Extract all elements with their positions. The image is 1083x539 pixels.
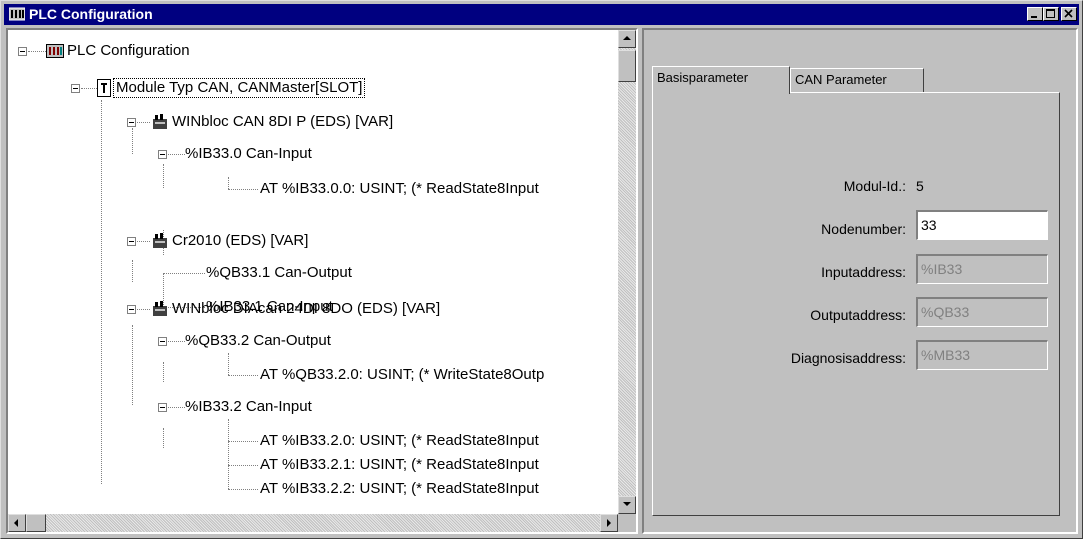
tree-item-ib33-2-can-input[interactable]: %IB33.2 Can-Input xyxy=(185,395,312,419)
plc-config-icon xyxy=(9,7,25,21)
tab-can-parameter[interactable]: CAN Parameter xyxy=(790,68,924,92)
tree-item-ib33-0-can-input[interactable]: %IB33.0 Can-Input xyxy=(185,142,312,166)
scroll-thumb[interactable] xyxy=(26,514,46,532)
tab-basisparameter[interactable]: Basisparameter xyxy=(652,66,790,94)
tree-item-can-master-module[interactable]: Module Typ CAN, CANMaster[SLOT] xyxy=(97,76,366,100)
outputaddress-field: %QB33 xyxy=(916,297,1048,327)
scrollbar-corner xyxy=(618,514,636,532)
nodenumber-input[interactable]: 33 xyxy=(916,210,1048,240)
can-device-icon xyxy=(153,301,167,317)
can-device-icon xyxy=(153,233,167,249)
tree-item-qb33-1-can-output[interactable]: %QB33.1 Can-Output xyxy=(206,261,352,285)
scroll-up-button[interactable] xyxy=(618,30,636,48)
tree-item-label: AT %IB33.2.1: USINT; (* ReadState8Input xyxy=(260,456,539,474)
scroll-left-button[interactable] xyxy=(8,514,26,532)
inputaddress-label: Inputaddress: xyxy=(821,264,906,280)
minimize-icon xyxy=(1031,16,1037,18)
collapse-toggle[interactable] xyxy=(158,150,167,159)
maximize-button[interactable] xyxy=(1043,7,1059,21)
tree-item-winbloc-can-8di[interactable]: WINbloc CAN 8DI P (EDS) [VAR] xyxy=(151,110,393,134)
plc-configuration-window: PLC Configuration PLC Configuration Modu… xyxy=(0,0,1083,539)
tree-item-ib33-2-2-variable[interactable]: AT %IB33.2.2: USINT; (* ReadState8Input xyxy=(260,477,539,501)
arrow-up-icon xyxy=(623,36,631,40)
window-title: PLC Configuration xyxy=(29,6,153,22)
title-bar[interactable]: PLC Configuration xyxy=(4,4,1079,25)
tree-item-label: %QB33.2 Can-Output xyxy=(185,332,331,350)
tree-item-ib33-2-1-variable[interactable]: AT %IB33.2.1: USINT; (* ReadState8Input xyxy=(260,453,539,477)
collapse-toggle[interactable] xyxy=(18,47,27,56)
tree-vertical-scrollbar[interactable] xyxy=(618,30,636,514)
collapse-toggle[interactable] xyxy=(71,84,80,93)
collapse-toggle[interactable] xyxy=(127,237,136,246)
collapse-toggle[interactable] xyxy=(127,305,136,314)
tree-item-cr2010[interactable]: Cr2010 (EDS) [VAR] xyxy=(151,229,308,253)
tree-item-label: AT %QB33.2.0: USINT; (* WriteState8Outp xyxy=(260,366,545,384)
tree-item-label: AT %IB33.2.0: USINT; (* ReadState8Input xyxy=(260,432,539,450)
tree-item-winbloc-diacan[interactable]: WINbloc DIAcan 24DI 8DO (EDS) [VAR] xyxy=(151,297,440,321)
tree-item-label: PLC Configuration xyxy=(67,42,190,60)
tree-item-label: %IB33.2 Can-Input xyxy=(185,398,312,416)
tree-item-ib33-0-0-variable[interactable]: AT %IB33.0.0: USINT; (* ReadState8Input xyxy=(260,177,539,201)
tree-item-label: WINbloc DIAcan 24DI 8DO (EDS) [VAR] xyxy=(172,300,441,318)
diagnosisaddress-field: %MB33 xyxy=(916,340,1048,370)
modul-id-label: Modul-Id.: xyxy=(843,178,906,194)
tree-horizontal-scrollbar[interactable] xyxy=(8,514,618,532)
scroll-down-button[interactable] xyxy=(618,496,636,514)
maximize-icon xyxy=(1046,9,1055,18)
close-button[interactable] xyxy=(1061,7,1077,21)
scroll-thumb[interactable] xyxy=(618,50,636,82)
tab-label: CAN Parameter xyxy=(795,72,887,87)
collapse-toggle[interactable] xyxy=(158,403,167,412)
collapse-toggle[interactable] xyxy=(158,337,167,346)
tree-item-label: Module Typ CAN, CANMaster[SLOT] xyxy=(112,78,366,99)
arrow-left-icon xyxy=(14,519,18,527)
tree-item-qb33-2-can-output[interactable]: %QB33.2 Can-Output xyxy=(185,329,331,353)
configuration-tree: PLC Configuration Module Typ CAN, CANMas… xyxy=(8,30,618,514)
arrow-right-icon xyxy=(607,519,611,527)
tree-item-ib33-2-0-variable[interactable]: AT %IB33.2.0: USINT; (* ReadState8Input xyxy=(260,429,539,453)
close-icon xyxy=(1064,9,1073,18)
collapse-toggle[interactable] xyxy=(127,118,136,127)
can-device-icon xyxy=(153,114,167,130)
modul-id-value: 5 xyxy=(916,178,924,194)
scroll-right-button[interactable] xyxy=(600,514,618,532)
tree-item-plc-configuration[interactable]: PLC Configuration xyxy=(46,39,190,63)
tree-item-label: AT %IB33.2.2: USINT; (* ReadState8Input xyxy=(260,480,539,498)
basisparameter-tab-page: Modul-Id.: 5 Nodenumber: 33 Inputaddress… xyxy=(652,92,1060,516)
tree-item-label: %QB33.1 Can-Output xyxy=(206,264,352,282)
tree-item-label: WINbloc CAN 8DI P (EDS) [VAR] xyxy=(172,113,394,131)
diagnosisaddress-label: Diagnosisaddress: xyxy=(790,350,906,366)
tree-item-label: Cr2010 (EDS) [VAR] xyxy=(172,232,309,250)
tree-item-label: AT %IB33.0.0: USINT; (* ReadState8Input xyxy=(260,180,539,198)
parameters-pane: Modul-Id.: 5 Nodenumber: 33 Inputaddress… xyxy=(642,28,1078,534)
outputaddress-label: Outputaddress: xyxy=(810,307,906,323)
plc-config-icon xyxy=(46,44,64,59)
arrow-down-icon xyxy=(623,502,631,506)
minimize-button[interactable] xyxy=(1027,7,1043,21)
tree-item-qb33-2-0-variable[interactable]: AT %QB33.2.0: USINT; (* WriteState8Outp xyxy=(260,363,544,387)
inputaddress-field: %IB33 xyxy=(916,254,1048,284)
nodenumber-label: Nodenumber: xyxy=(821,221,906,237)
tab-label: Basisparameter xyxy=(657,70,749,85)
module-slot-icon xyxy=(97,79,111,98)
tree-item-label: %IB33.0 Can-Input xyxy=(185,145,312,163)
configuration-tree-pane: PLC Configuration Module Typ CAN, CANMas… xyxy=(6,28,638,534)
